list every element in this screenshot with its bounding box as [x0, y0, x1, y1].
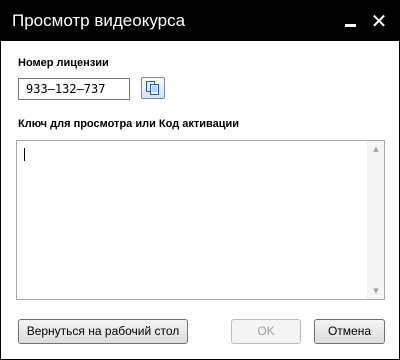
activation-key-textarea[interactable]: ▲ ▼ — [16, 140, 385, 300]
title-bar[interactable]: Просмотр видеокурса ✕ — [1, 1, 399, 41]
license-number-label: Номер лицензии — [18, 57, 109, 69]
cancel-button[interactable]: Отмена — [314, 319, 385, 344]
minimize-button[interactable] — [339, 9, 363, 33]
copy-icon — [146, 81, 159, 95]
license-number-field[interactable]: 933–132–737 — [18, 78, 130, 100]
ok-button[interactable]: OK — [231, 319, 301, 344]
text-caret — [24, 148, 25, 161]
activation-key-label: Ключ для просмотра или Код активации — [18, 118, 240, 130]
scroll-up-icon[interactable]: ▲ — [368, 141, 384, 157]
close-button[interactable]: ✕ — [367, 9, 391, 33]
copy-license-button[interactable] — [141, 77, 165, 99]
minimize-icon — [345, 24, 356, 27]
scroll-down-icon[interactable]: ▼ — [368, 283, 384, 299]
window-title: Просмотр видеокурса — [12, 11, 186, 30]
close-icon: ✕ — [370, 9, 388, 33]
return-to-desktop-button[interactable]: Вернуться на рабочий стол — [18, 319, 188, 344]
dialog-window: Просмотр видеокурса ✕ Номер лицензии 933… — [0, 0, 400, 360]
vertical-scrollbar[interactable]: ▲ ▼ — [367, 141, 384, 299]
